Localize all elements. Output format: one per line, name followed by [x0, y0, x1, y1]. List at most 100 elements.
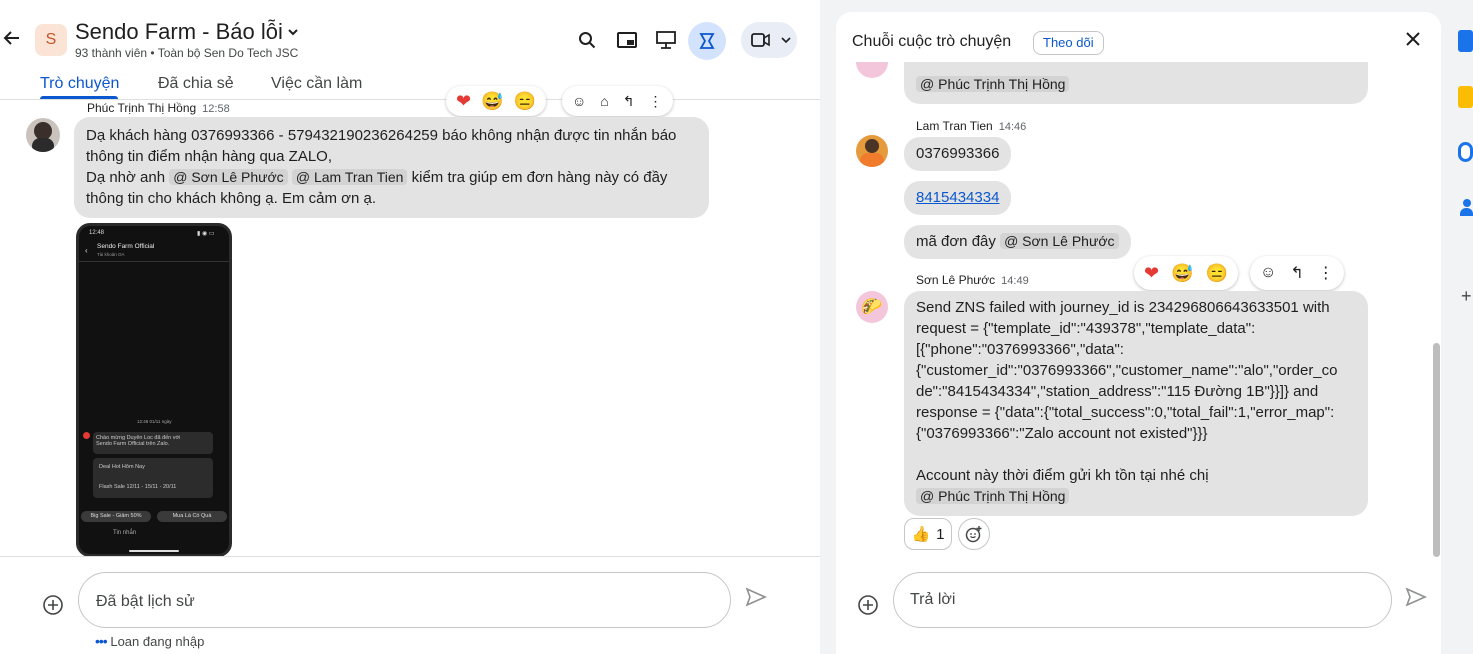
message-line: thông tin cho khách không ạ. Em cảm ơn ạ… [86, 190, 377, 207]
message-bubble[interactable]: Dạ khách hàng 0376993366 - 5794321902362… [74, 117, 709, 218]
close-icon[interactable] [1403, 29, 1423, 49]
add-reaction-icon[interactable]: ☺ [572, 93, 586, 109]
send-icon[interactable] [1405, 587, 1427, 607]
add-to-tasks-icon[interactable]: ⌂ [600, 93, 608, 109]
present-icon[interactable] [648, 22, 684, 58]
message-bubble[interactable]: @ Phúc Trịnh Thị Hồng [904, 62, 1368, 104]
reply-icon[interactable]: ↰ [623, 93, 635, 110]
space-subtitle: 93 thành viên • Toàn bộ Sen Do Tech JSC [75, 46, 299, 60]
image-attachment[interactable]: 12:48 ▮ ◉ ▭ ‹ Sendo Farm Official Tài kh… [76, 223, 232, 557]
message-text: mã đơn đây [916, 233, 996, 250]
tab-shared[interactable]: Đã chia sẻ [158, 75, 234, 93]
message-time: 14:49 [1001, 275, 1029, 287]
message-input-placeholder: Đã bật lịch sử [96, 593, 195, 610]
message-time: 12:58 [202, 103, 230, 115]
search-icon[interactable] [569, 22, 605, 58]
message-line: request = {"template_id":"439378","templ… [916, 320, 1256, 337]
message-bubble[interactable]: mã đơn đây @ Sơn Lê Phước [904, 225, 1131, 259]
tasks-icon[interactable] [1458, 142, 1473, 162]
keep-icon[interactable] [1458, 86, 1473, 108]
mention-chip[interactable]: @ Phúc Trịnh Thị Hồng [916, 488, 1070, 504]
phone-time: 12:48 [89, 230, 105, 236]
thread-scrollbar[interactable] [1433, 343, 1440, 557]
mention-chip[interactable]: @ Sơn Lê Phước [169, 169, 288, 185]
add-circle-icon[interactable] [857, 594, 879, 616]
back-arrow-icon[interactable] [2, 28, 22, 48]
avatar[interactable]: 🌮 [856, 291, 888, 323]
mention-chip[interactable]: @ Lam Tran Tien [291, 169, 408, 185]
grin-sweat-icon[interactable]: 😅 [1171, 263, 1193, 284]
message-line: Dạ nhờ anh @ Sơn Lê Phước @ Lam Tran Tie… [86, 167, 697, 188]
phone-status-icons: ▮ ◉ ▭ [197, 231, 215, 237]
more-vert-icon[interactable]: ⋮ [649, 93, 663, 110]
calendar-icon[interactable] [1458, 30, 1473, 52]
message-line: {"customer_id":"0376993366","customer_na… [916, 362, 1338, 379]
grin-sweat-icon[interactable]: 😅 [481, 91, 503, 112]
message-line: {"0376993366":"Zalo account not existed"… [916, 425, 1208, 442]
contacts-icon[interactable] [1460, 199, 1473, 216]
reply-input[interactable]: Trả lời [893, 572, 1392, 628]
add-circle-icon[interactable] [42, 594, 64, 616]
mention-chip[interactable]: @ Sơn Lê Phước [1000, 233, 1119, 249]
reply-input-placeholder: Trả lời [910, 591, 956, 608]
space-avatar: S [35, 24, 67, 56]
reaction-chip[interactable]: 👍 1 [904, 518, 952, 550]
message-sender: Phúc Trịnh Thị Hồng 12:58 [87, 101, 230, 115]
message-input[interactable]: Đã bật lịch sử [78, 572, 731, 628]
phone-welcome-card: Chào mừng Duyên Loc đã đến với Sendo Far… [93, 432, 213, 454]
heart-icon[interactable]: ❤ [1144, 263, 1159, 284]
video-call-button[interactable] [741, 22, 797, 58]
video-camera-icon [751, 33, 771, 47]
back-icon: ‹ [85, 246, 88, 255]
phone-options: Deal Hot Hôm Nay Flash Sale 12/11 - 15/1… [93, 458, 213, 498]
message-line: Account này thời điểm gửi kh tồn tại nhé… [916, 467, 1209, 484]
thread-title: Chuỗi cuộc trò chuyện [852, 33, 1012, 50]
message-sender: Sơn Lê Phước 14:49 [916, 273, 1029, 287]
phone-input: Tin nhắn [113, 530, 137, 536]
space-title[interactable]: Sendo Farm - Báo lỗi [75, 19, 283, 45]
mention-chip[interactable]: @ Phúc Trịnh Thị Hồng [916, 76, 1070, 92]
avatar[interactable] [856, 135, 888, 167]
expressionless-icon[interactable]: 😑 [1206, 263, 1228, 284]
picture-in-picture-icon[interactable] [609, 22, 645, 58]
sender-name: Lam Tran Tien [916, 119, 993, 133]
message-text: Dạ nhờ anh [86, 169, 166, 186]
phone-option: Deal Hot Hôm Nay [99, 464, 145, 470]
expressionless-icon[interactable]: 😑 [514, 91, 536, 112]
avatar[interactable] [26, 118, 60, 152]
add-reaction-icon[interactable]: ☺ [1260, 264, 1276, 282]
phone-home-indicator [129, 550, 179, 552]
tab-tasks[interactable]: Việc cần làm [271, 75, 362, 93]
typing-dots-icon: ••• [95, 633, 108, 649]
message-line: Send ZNS failed with journey_id is 23429… [916, 299, 1330, 316]
message-bubble[interactable]: 8415434334 [904, 181, 1012, 215]
tab-chat[interactable]: Trò chuyện [40, 75, 119, 93]
chevron-down-icon[interactable] [286, 25, 300, 39]
header-divider [0, 99, 820, 100]
send-icon[interactable] [745, 587, 767, 607]
phone-quick-button: Mua Là Có Quà [157, 511, 227, 522]
message-text: 0376993366 [916, 145, 1000, 162]
reaction-count: 1 [936, 525, 945, 543]
phone-oa-avatar [83, 432, 90, 439]
message-bubble[interactable]: 0376993366 [904, 137, 1012, 171]
hover-reaction-bar: ❤ 😅 😑 [446, 86, 546, 116]
thumbs-up-icon: 👍 [911, 526, 931, 543]
more-vert-icon[interactable]: ⋮ [1318, 263, 1334, 283]
phone-quick-button: Big Sale - Giảm 50% [81, 511, 151, 522]
message-line: thông tin điểm nhận hàng qua ZALO, [86, 148, 333, 165]
phone-chat-title: Sendo Farm Official [97, 243, 155, 250]
follow-button[interactable]: Theo dõi [1033, 31, 1104, 55]
add-icon[interactable]: + [1461, 286, 1472, 307]
phone-card-text: Sendo Farm Official trên Zalo. [96, 441, 170, 447]
reply-icon[interactable]: ↰ [1290, 263, 1303, 283]
heart-icon[interactable]: ❤ [456, 91, 471, 112]
message-line: de":"8415434334","station_address":"115 … [916, 383, 1319, 400]
message-bubble[interactable]: Send ZNS failed with journey_id is 23429… [904, 291, 1368, 516]
message-line: [{"phone":"0376993366","data": [916, 341, 1124, 358]
add-reaction-icon[interactable] [958, 518, 990, 550]
thread-view-icon[interactable] [688, 22, 726, 60]
order-link[interactable]: 8415434334 [916, 189, 999, 206]
typing-indicator: ••• Loan đang nhập [95, 633, 204, 649]
phone-chat-subtitle: Tài khoản OA [97, 252, 125, 257]
